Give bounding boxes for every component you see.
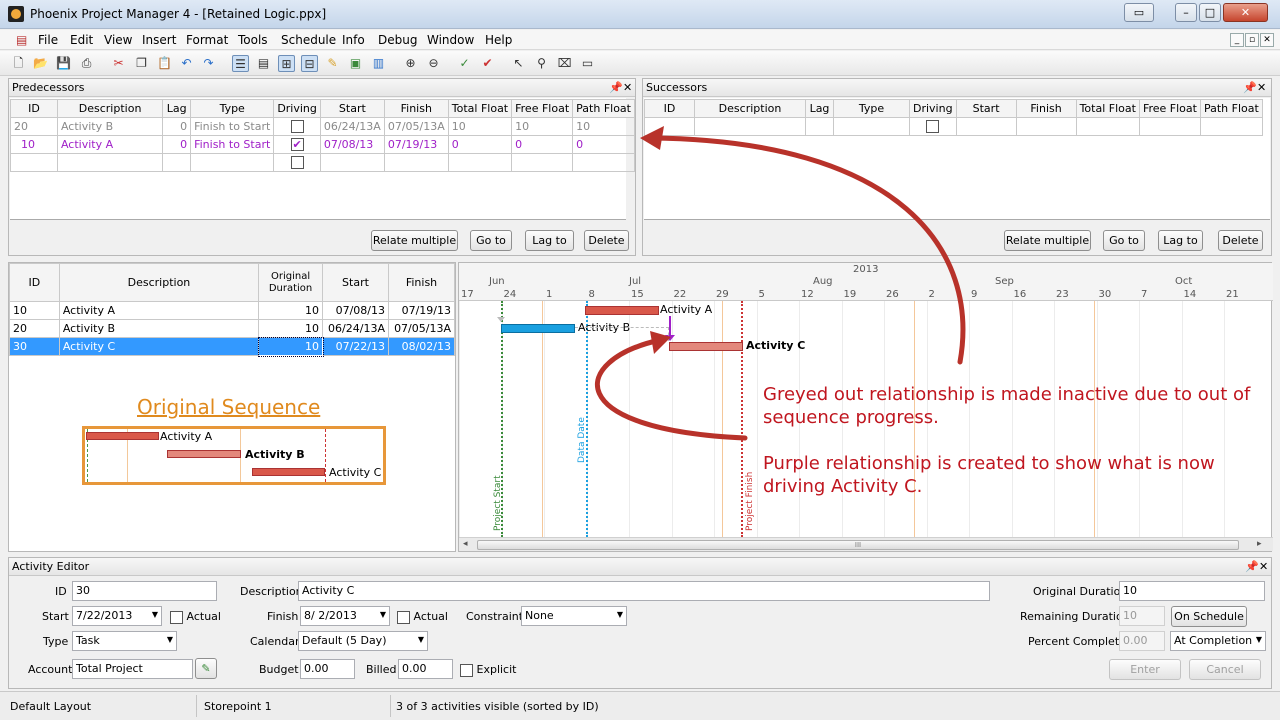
percent-complete-label: Percent Complete — [1028, 635, 1126, 648]
type-label: Type — [43, 635, 69, 648]
billed-label: Billed — [366, 663, 397, 676]
status-bar: Default Layout Storepoint 1 3 of 3 activ… — [0, 691, 1280, 720]
finish-actual[interactable]: Actual — [397, 610, 448, 624]
explicit[interactable]: Explicit — [460, 663, 516, 677]
id-field[interactable]: 30 — [72, 581, 217, 601]
finish-date-picker[interactable]: 8/ 2/2013 — [300, 606, 390, 626]
cancel-button[interactable]: Cancel — [1189, 659, 1261, 680]
original-duration-label: Original Duration — [1033, 585, 1128, 598]
start-actual[interactable]: Actual — [170, 610, 221, 624]
start-actual-checkbox[interactable] — [170, 610, 183, 624]
activity-editor: Activity Editor 📌 ✕ ID 30 Description Ac… — [8, 557, 1272, 689]
account-field[interactable]: Total Project — [72, 659, 193, 679]
account-label: Account — [28, 663, 73, 676]
calendar-label: Calendar — [250, 635, 300, 648]
id-label: ID — [55, 585, 67, 598]
start-date-picker[interactable]: 7/22/2013 — [72, 606, 162, 626]
finish-actual-checkbox[interactable] — [397, 610, 410, 624]
calendar-select[interactable]: Default (5 Day) — [298, 631, 428, 651]
remaining-duration-field[interactable]: 10 — [1119, 606, 1165, 626]
budget-label: Budget — [259, 663, 299, 676]
close-panel-icon[interactable]: ✕ — [1259, 560, 1268, 573]
annotation-greyed: Greyed out relationship is made inactive… — [763, 384, 1251, 428]
percent-complete-field[interactable]: 0.00 — [1119, 631, 1165, 651]
actual-label: Actual — [186, 610, 221, 623]
annotation-purple: Purple relationship is created to show w… — [763, 453, 1215, 497]
actual-label: Actual — [413, 610, 448, 623]
description-field[interactable]: Activity C — [298, 581, 990, 601]
pin-icon[interactable]: 📌 — [1245, 560, 1259, 573]
original-duration-field[interactable]: 10 — [1119, 581, 1265, 601]
description-label: Description — [240, 585, 303, 598]
status-layout[interactable]: Default Layout — [10, 700, 91, 713]
activity-editor-title: Activity Editor — [9, 558, 1271, 576]
account-picker-icon[interactable]: ✎ — [195, 658, 217, 679]
remaining-duration-label: Remaining Duration — [1020, 610, 1130, 623]
at-completion-select[interactable]: At Completion — [1170, 631, 1266, 651]
explicit-label: Explicit — [476, 663, 517, 676]
finish-label: Finish — [267, 610, 299, 623]
constraint-label: Constraint — [466, 610, 524, 623]
constraint-select[interactable]: None — [521, 606, 627, 626]
start-label: Start — [42, 610, 69, 623]
enter-button[interactable]: Enter — [1109, 659, 1181, 680]
type-select[interactable]: Task — [72, 631, 177, 651]
status-storepoint[interactable]: Storepoint 1 — [204, 700, 272, 713]
explicit-checkbox[interactable] — [460, 663, 473, 677]
on-schedule-button[interactable]: On Schedule — [1171, 606, 1247, 627]
status-visible-count: 3 of 3 activities visible (sorted by ID) — [396, 700, 599, 713]
billed-field[interactable]: 0.00 — [398, 659, 453, 679]
budget-field[interactable]: 0.00 — [300, 659, 355, 679]
